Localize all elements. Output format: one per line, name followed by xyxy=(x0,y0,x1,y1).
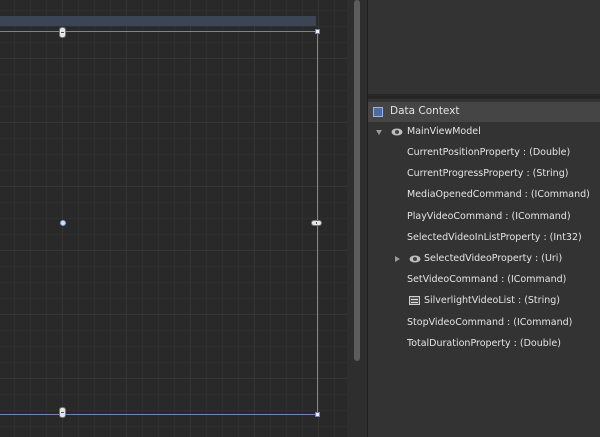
tree-property-label: TotalDurationProperty : (Double) xyxy=(407,337,561,349)
tree-property-row[interactable]: SelectedVideoProperty : (Uri) xyxy=(368,249,600,269)
tree-property-row[interactable]: StopVideoCommand : (ICommand) xyxy=(368,313,600,333)
tree-property-row[interactable]: CurrentPositionProperty : (Double) xyxy=(368,143,600,163)
expand-arrow-icon[interactable] xyxy=(376,130,382,135)
tree-property-label: MediaOpenedCommand : (ICommand) xyxy=(407,189,590,201)
tree-property-row[interactable]: MediaOpenedCommand : (ICommand) xyxy=(368,185,600,205)
rotate-handle-top[interactable] xyxy=(59,27,66,38)
tree-property-label: SilverlightVideoList : (String) xyxy=(424,295,560,307)
panel-splitter[interactable] xyxy=(368,94,600,99)
tree-property-row[interactable]: SilverlightVideoList : (String) xyxy=(368,291,600,311)
design-canvas[interactable] xyxy=(0,0,350,437)
tree-property-row[interactable]: SelectedVideoInListProperty : (Int32) xyxy=(368,228,600,248)
tree-property-label: CurrentPositionProperty : (Double) xyxy=(407,147,571,158)
tree-property-row[interactable]: PlayVideoCommand : (ICommand) xyxy=(368,207,600,227)
tree-property-label: SetVideoCommand : (ICommand) xyxy=(407,274,567,286)
tree-root-label: MainViewModel xyxy=(407,126,481,137)
data-panel: Data Context MainViewModel CurrentPositi… xyxy=(367,0,600,437)
center-point-handle[interactable] xyxy=(60,220,66,226)
tree-property-row[interactable]: SetVideoCommand : (ICommand) xyxy=(368,270,600,290)
rotate-handle-bottom[interactable] xyxy=(59,407,66,418)
vertical-scrollbar-thumb[interactable] xyxy=(354,0,360,361)
eye-icon xyxy=(391,128,403,136)
tree-root-row[interactable]: MainViewModel xyxy=(368,122,600,142)
data-context-header[interactable]: Data Context xyxy=(368,102,600,122)
tree-property-row[interactable]: CurrentProgressProperty : (String) xyxy=(368,164,600,184)
tree-property-label: PlayVideoCommand : (ICommand) xyxy=(407,210,571,222)
tree-property-label: SelectedVideoInListProperty : (Int32) xyxy=(407,231,582,243)
rotate-handle-right[interactable] xyxy=(311,220,322,226)
resize-handle-bottom-right[interactable] xyxy=(315,412,320,417)
eye-icon xyxy=(409,255,421,263)
tree-property-label: StopVideoCommand : (ICommand) xyxy=(407,316,573,328)
resize-handle-top-right[interactable] xyxy=(315,29,320,34)
tree-property-label: CurrentProgressProperty : (String) xyxy=(407,168,569,180)
tree-property-label: SelectedVideoProperty : (Uri) xyxy=(424,253,563,264)
data-context-icon xyxy=(373,107,383,117)
selection-frame[interactable] xyxy=(0,31,318,415)
data-context-title: Data Context xyxy=(390,105,460,117)
tree-property-row[interactable]: TotalDurationProperty : (Double) xyxy=(368,334,600,354)
expand-arrow-icon[interactable] xyxy=(395,256,400,262)
list-icon xyxy=(409,296,420,306)
panel-upper-area xyxy=(368,0,600,94)
canvas-top-strip xyxy=(0,16,316,26)
